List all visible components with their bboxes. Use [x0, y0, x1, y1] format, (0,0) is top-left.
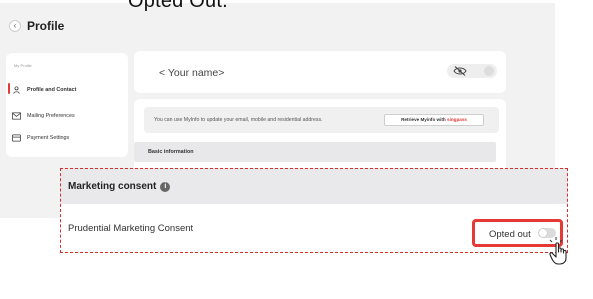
- myinfo-description: You can use MyInfo to update your email,…: [154, 117, 323, 123]
- caption: Opted Out.: [128, 0, 228, 12]
- marketing-consent-label: Prudential Marketing Consent: [68, 223, 194, 234]
- sidebar-section-label: My Profile: [14, 63, 32, 68]
- visibility-toggle[interactable]: [447, 64, 497, 78]
- hand-pointer-icon: [549, 237, 567, 265]
- sidebar-item-label: Payment Settings: [27, 135, 70, 141]
- consent-status: Opted out: [489, 229, 531, 240]
- card-icon: [12, 134, 21, 142]
- singpass-logo: singpass: [447, 117, 467, 122]
- marketing-consent-title: Marketing consent: [68, 181, 157, 192]
- retrieve-button-label: Retrieve Myinfo with: [401, 117, 448, 122]
- basic-information-label: Basic information: [148, 149, 194, 155]
- basic-information-header: Basic information: [134, 142, 496, 162]
- active-indicator: [8, 83, 10, 94]
- sidebar-item-profile-contact[interactable]: Profile and Contact: [12, 86, 76, 94]
- back-button[interactable]: ‹: [9, 20, 21, 32]
- retrieve-myinfo-button[interactable]: Retrieve Myinfo with singpass: [384, 114, 484, 126]
- person-icon: [13, 86, 20, 94]
- name-placeholder: < Your name>: [159, 67, 225, 79]
- marketing-consent-header: Marketing consent i: [60, 168, 568, 204]
- sidebar-item-mailing-preferences[interactable]: Mailing Preferences: [12, 112, 75, 120]
- name-card: < Your name>: [134, 51, 506, 93]
- marketing-consent-title-row: Marketing consent i: [68, 181, 171, 192]
- eye-off-icon: [453, 66, 467, 76]
- toggle-knob: [484, 66, 494, 76]
- myinfo-banner: You can use MyInfo to update your email,…: [144, 107, 499, 133]
- page-header: ‹ Profile: [9, 19, 64, 33]
- page: ‹ Profile My Profile Profile and Contact…: [0, 0, 593, 299]
- toggle-knob: [539, 229, 547, 237]
- mail-icon: [12, 112, 21, 120]
- info-icon[interactable]: i: [160, 181, 171, 192]
- sidebar-item-label: Profile and Contact: [27, 87, 77, 93]
- sidebar-item-label: Mailing Preferences: [27, 113, 75, 119]
- sidebar: My Profile Profile and Contact Mailing P…: [6, 53, 128, 157]
- sidebar-item-payment-settings[interactable]: Payment Settings: [12, 134, 69, 142]
- page-title: Profile: [27, 19, 65, 33]
